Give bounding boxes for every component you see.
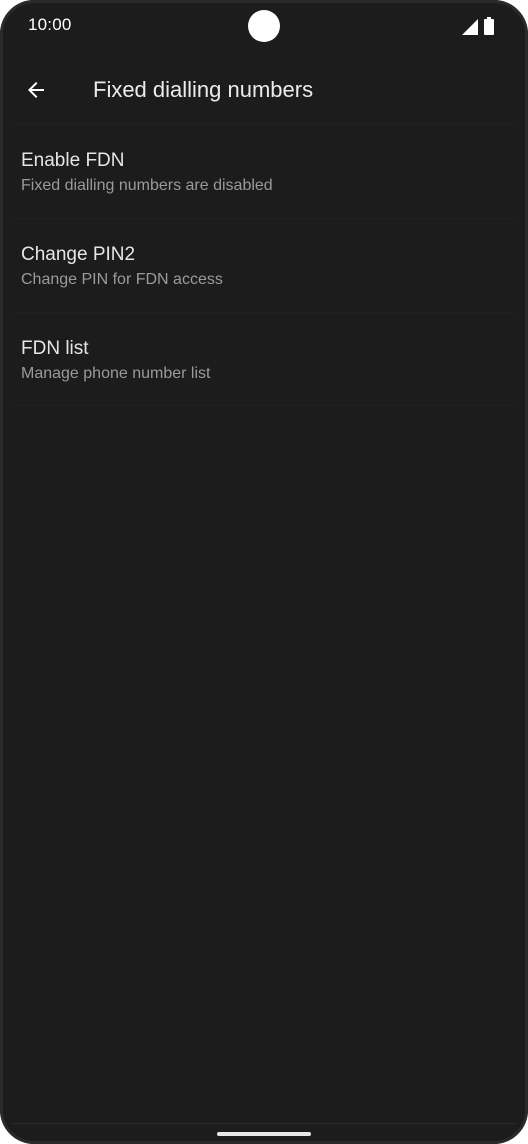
status-bar: 10:00 [0, 0, 528, 52]
status-time: 10:00 [28, 15, 72, 34]
fdn-list-item[interactable]: FDN list Manage phone number list [12, 312, 516, 406]
settings-list: Enable FDN Fixed dialling numbers are di… [12, 124, 516, 406]
signal-icon [462, 19, 478, 35]
enable-fdn-item[interactable]: Enable FDN Fixed dialling numbers are di… [12, 124, 516, 218]
arrow-back-icon [28, 82, 44, 98]
item-summary: Fixed dialling numbers are disabled [21, 177, 273, 194]
camera-cutout [248, 10, 280, 42]
change-pin2-item[interactable]: Change PIN2 Change PIN for FDN access [12, 218, 516, 312]
page-title: Fixed dialling numbers [93, 77, 314, 102]
item-summary: Change PIN for FDN access [21, 271, 223, 288]
item-title: Enable FDN [21, 150, 125, 171]
battery-icon [484, 17, 494, 35]
item-title: FDN list [21, 338, 89, 359]
status-icons [462, 17, 494, 35]
item-summary: Manage phone number list [21, 365, 211, 382]
back-button[interactable] [18, 72, 54, 108]
app-bar: Fixed dialling numbers [0, 60, 528, 120]
home-gesture-handle[interactable] [217, 1132, 311, 1136]
item-title: Change PIN2 [21, 244, 136, 265]
device-screen: 10:00 Fixed dialling numbers Enable FDN … [0, 0, 528, 1144]
